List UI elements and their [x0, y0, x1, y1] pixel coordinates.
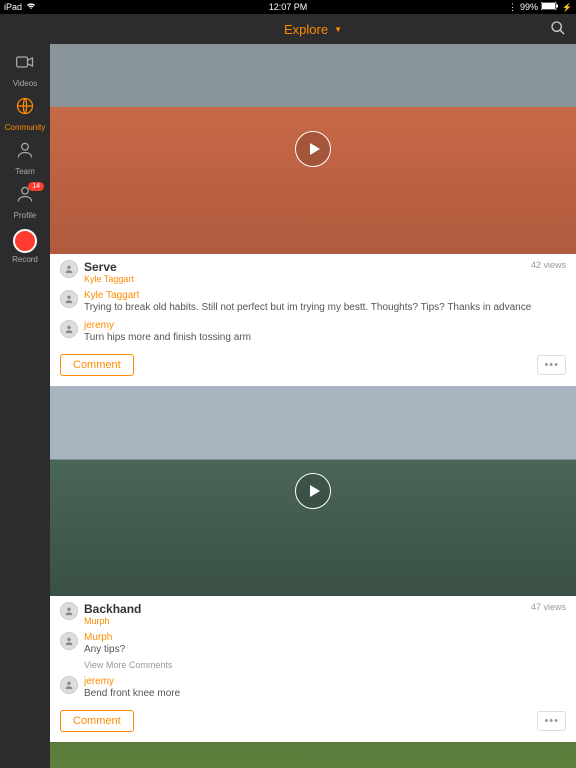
- video-camera-icon: [15, 52, 35, 77]
- status-bar: iPad 12:07 PM ⋮ 99% ⚡: [0, 0, 576, 14]
- video-thumbnail[interactable]: [50, 44, 576, 254]
- chevron-down-icon: ▼: [334, 25, 342, 34]
- comment-text: Any tips?: [84, 643, 566, 656]
- avatar[interactable]: [60, 320, 78, 338]
- record-icon: [13, 229, 37, 253]
- app-header: Explore ▼: [50, 14, 576, 44]
- view-more-comments[interactable]: View More Comments: [84, 660, 566, 670]
- charging-icon: ⚡: [562, 3, 572, 12]
- avatar[interactable]: [60, 290, 78, 308]
- comment-text: Turn hips more and finish tossing arm: [84, 331, 566, 344]
- avatar[interactable]: [60, 602, 78, 620]
- sidebar-item-videos[interactable]: Videos: [0, 48, 50, 92]
- clock: 12:07 PM: [269, 2, 308, 12]
- feed: Serve Kyle Taggart 42 views Kyle Taggart…: [50, 44, 576, 768]
- post-title: Backhand: [84, 602, 566, 616]
- play-icon: [295, 131, 331, 167]
- view-count: 42 views: [531, 260, 566, 270]
- team-icon: [15, 140, 35, 165]
- post-title: Serve: [84, 260, 566, 274]
- comment-author[interactable]: jeremy: [84, 320, 566, 331]
- battery-icon: [541, 2, 559, 12]
- explore-dropdown[interactable]: Explore ▼: [284, 22, 342, 37]
- bluetooth-icon: ⋮: [508, 2, 517, 13]
- comment-author[interactable]: Murph: [84, 632, 566, 643]
- comment: Murph Any tips?: [60, 632, 566, 656]
- comment-text: Bend front knee more: [84, 687, 566, 700]
- search-icon[interactable]: [550, 20, 566, 39]
- comment-button[interactable]: Comment: [60, 710, 134, 732]
- sidebar-label: Team: [15, 167, 35, 176]
- globe-icon: [15, 96, 35, 121]
- post-author[interactable]: Kyle Taggart: [84, 274, 566, 284]
- avatar[interactable]: [60, 260, 78, 278]
- notification-badge: 14: [28, 182, 44, 191]
- battery-percent: 99%: [520, 2, 538, 12]
- comment: jeremy Bend front knee more: [60, 676, 566, 700]
- comment: Kyle Taggart Trying to break old habits.…: [60, 290, 566, 314]
- more-button[interactable]: •••: [537, 711, 566, 731]
- sidebar-item-profile[interactable]: 14 Profile: [0, 180, 50, 224]
- sidebar-label: Record: [12, 255, 38, 264]
- play-icon: [295, 473, 331, 509]
- wifi-icon: [26, 2, 36, 12]
- comment: jeremy Turn hips more and finish tossing…: [60, 320, 566, 344]
- sidebar-label: Profile: [14, 211, 37, 220]
- avatar[interactable]: [60, 676, 78, 694]
- video-thumbnail[interactable]: [50, 386, 576, 596]
- sidebar: Videos Community Team 14 Profile Record: [0, 14, 50, 768]
- comment-button[interactable]: Comment: [60, 354, 134, 376]
- view-count: 47 views: [531, 602, 566, 612]
- post-card: Serve Kyle Taggart 42 views Kyle Taggart…: [50, 44, 576, 768]
- more-button[interactable]: •••: [537, 355, 566, 375]
- avatar[interactable]: [60, 632, 78, 650]
- device-label: iPad: [4, 2, 22, 12]
- header-title-text: Explore: [284, 22, 328, 37]
- video-thumbnail[interactable]: [50, 742, 576, 768]
- sidebar-item-community[interactable]: Community: [0, 92, 50, 136]
- sidebar-item-team[interactable]: Team: [0, 136, 50, 180]
- comment-author[interactable]: Kyle Taggart: [84, 290, 566, 301]
- comment-text: Trying to break old habits. Still not pe…: [84, 301, 566, 314]
- comment-author[interactable]: jeremy: [84, 676, 566, 687]
- sidebar-item-record[interactable]: Record: [0, 224, 50, 268]
- sidebar-label: Community: [5, 123, 45, 132]
- sidebar-label: Videos: [13, 79, 37, 88]
- post-author[interactable]: Murph: [84, 616, 566, 626]
